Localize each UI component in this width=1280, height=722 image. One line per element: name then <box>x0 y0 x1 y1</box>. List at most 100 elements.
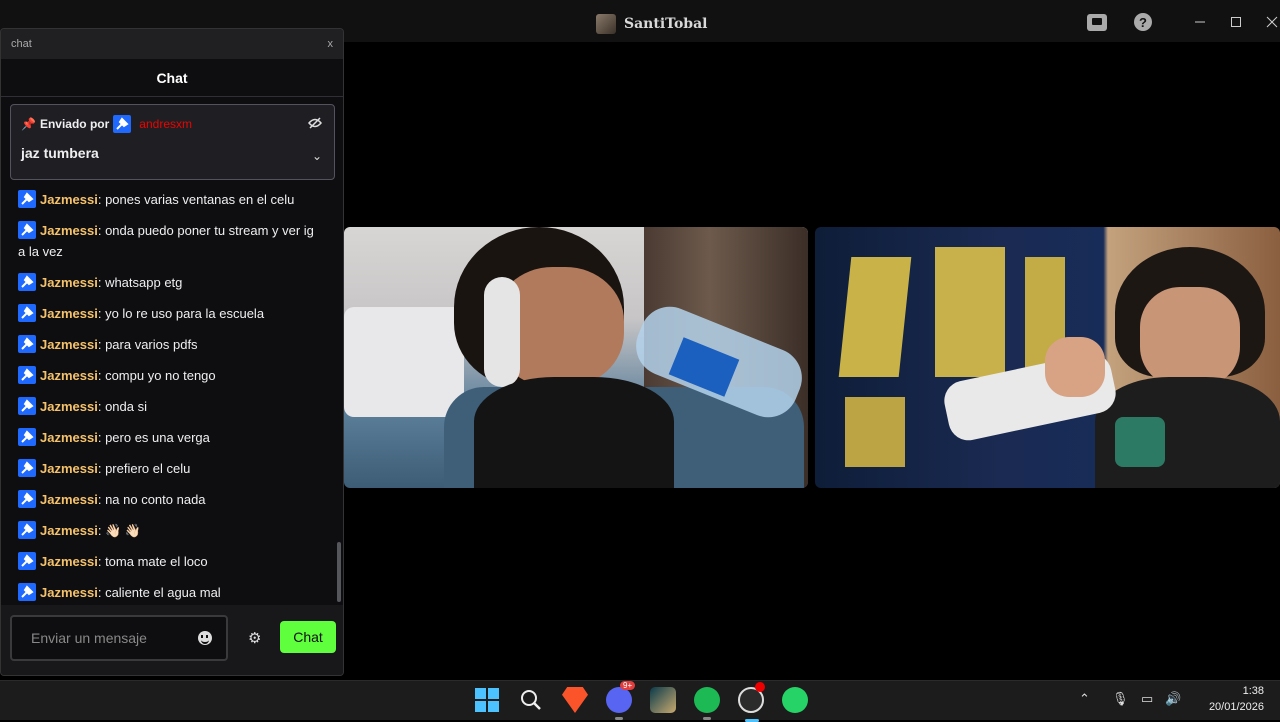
chevron-up-icon[interactable]: ⌃ <box>1079 691 1090 707</box>
hide-eye-icon[interactable] <box>308 117 322 129</box>
league-of-legends-icon[interactable] <box>650 687 676 713</box>
chat-input-placeholder: Enviar un mensaje <box>31 630 147 646</box>
chat-message: Jazmessi: onda si <box>18 396 321 417</box>
moderator-badge-icon <box>18 335 36 353</box>
cast-icon[interactable] <box>1087 12 1107 32</box>
emoji-icon[interactable] <box>198 631 212 645</box>
network-icon[interactable]: ▭ <box>1141 691 1153 707</box>
chat-username[interactable]: Jazmessi <box>40 306 98 321</box>
chat-username[interactable]: Jazmessi <box>40 492 98 507</box>
pinned-prefix: Enviado por <box>39 117 110 131</box>
chat-username[interactable]: Jazmessi <box>40 523 98 538</box>
chat-username[interactable]: Jazmessi <box>40 585 98 600</box>
chat-colon: : <box>97 368 106 383</box>
chevron-down-icon[interactable]: ⌄ <box>312 149 322 163</box>
video-panel-left <box>344 227 808 488</box>
chat-colon: : <box>97 223 106 238</box>
chat-message: Jazmessi: compu yo no tengo <box>18 365 321 386</box>
chat-text: para varios pdfs <box>105 337 198 352</box>
moderator-badge-icon <box>113 115 132 133</box>
chat-colon: : <box>97 461 106 476</box>
discord-icon[interactable]: 9+ <box>606 681 636 720</box>
chat-text: prefiero el celu <box>105 461 191 476</box>
help-icon[interactable]: ? <box>1133 12 1153 32</box>
brave-browser-icon[interactable] <box>562 687 588 713</box>
chat-message: Jazmessi: toma mate el loco <box>18 551 321 572</box>
taskbar: 9+ ⌃ 🎙 ▭ 🔊 1:38 20/01/2026 <box>0 680 1280 722</box>
chat-colon: : <box>97 192 106 207</box>
chat-body[interactable]: 📌 Enviado por andresxm jaz tumbera ⌄ Jaz… <box>1 97 343 605</box>
chat-scrollbar[interactable] <box>337 542 341 602</box>
chat-username[interactable]: Jazmessi <box>40 192 98 207</box>
chat-colon: : <box>97 492 106 507</box>
chat-message: Jazmessi: para varios pdfs <box>18 334 321 355</box>
chat-message: Jazmessi: pero es una verga <box>18 427 321 448</box>
moderator-badge-icon <box>18 552 36 570</box>
moderator-badge-icon <box>18 273 36 291</box>
chat-window-title: chat <box>11 38 32 50</box>
chat-text: onda si <box>105 399 147 414</box>
chat-username[interactable]: Jazmessi <box>40 275 98 290</box>
video-panel-right <box>815 227 1280 488</box>
channel-avatar <box>596 14 616 34</box>
chat-header: Chat <box>1 59 343 97</box>
gear-icon[interactable]: ⚙ <box>248 629 261 647</box>
chat-colon: : <box>97 554 106 569</box>
chat-text: whatsapp etg <box>105 275 183 290</box>
chat-colon: : <box>97 306 106 321</box>
chat-colon: : <box>97 275 106 290</box>
chat-message: Jazmessi: whatsapp etg <box>18 272 321 293</box>
chat-username[interactable]: Jazmessi <box>40 430 98 445</box>
chat-input-bar: Enviar un mensaje ⚙ Chat <box>1 605 343 675</box>
minimize-button[interactable] <box>1190 12 1210 32</box>
moderator-badge-icon <box>18 190 36 208</box>
chat-message: Jazmessi: prefiero el celu <box>18 458 321 479</box>
system-clock[interactable]: 1:38 20/01/2026 <box>1196 683 1264 715</box>
moderator-badge-icon <box>18 428 36 446</box>
moderator-badge-icon <box>18 521 36 539</box>
obs-icon[interactable] <box>738 682 765 722</box>
moderator-badge-icon <box>18 459 36 477</box>
close-button[interactable] <box>1262 12 1280 32</box>
chat-text: toma mate el loco <box>105 554 208 569</box>
pinned-message[interactable]: 📌 Enviado por andresxm jaz tumbera ⌄ <box>10 104 335 180</box>
chat-colon: : <box>97 523 106 538</box>
chat-username[interactable]: Jazmessi <box>40 337 98 352</box>
chat-username[interactable]: Jazmessi <box>40 368 98 383</box>
chat-window-titlebar: chat x <box>1 29 343 59</box>
chat-text: compu yo no tengo <box>105 368 216 383</box>
windows-start-icon[interactable] <box>474 687 500 713</box>
chat-username[interactable]: Jazmessi <box>40 223 98 238</box>
chat-username[interactable]: Jazmessi <box>40 461 98 476</box>
window-title: SantiTobal <box>624 16 708 32</box>
message-list: Jazmessi: pones varias ventanas en el ce… <box>18 189 321 605</box>
volume-icon[interactable]: 🔊 <box>1165 691 1181 707</box>
chat-message: Jazmessi: na no conto nada <box>18 489 321 510</box>
chat-colon: : <box>97 399 106 414</box>
clock-date: 20/01/2026 <box>1208 701 1264 713</box>
pinned-sender[interactable]: andresxm <box>139 117 192 131</box>
microphone-icon[interactable]: 🎙 <box>1112 691 1129 707</box>
moderator-badge-icon <box>18 304 36 322</box>
chat-text: na no conto nada <box>105 492 206 507</box>
moderator-badge-icon <box>18 366 36 384</box>
moderator-badge-icon <box>18 490 36 508</box>
chat-window: chat x Chat 📌 Enviado por andresxm jaz t… <box>0 28 344 676</box>
send-chat-button[interactable]: Chat <box>280 621 336 653</box>
maximize-button[interactable] <box>1226 12 1246 32</box>
chat-username[interactable]: Jazmessi <box>40 399 98 414</box>
pinned-text: jaz tumbera <box>21 145 99 161</box>
search-icon[interactable] <box>518 687 544 713</box>
chat-message: Jazmessi: caliente el agua mal <box>18 582 321 603</box>
whatsapp-icon[interactable] <box>782 687 808 713</box>
chat-colon: : <box>97 430 106 445</box>
chat-text: pero es una verga <box>105 430 210 445</box>
chat-input[interactable]: Enviar un mensaje <box>10 615 228 661</box>
chat-message: Jazmessi: onda puedo poner tu stream y v… <box>18 220 321 262</box>
discord-badge: 9+ <box>620 681 636 690</box>
spotify-icon[interactable] <box>694 687 720 720</box>
moderator-badge-icon <box>18 397 36 415</box>
chat-message: Jazmessi: yo lo re uso para la escuela <box>18 303 321 324</box>
chat-window-close-button[interactable]: x <box>328 38 334 50</box>
chat-username[interactable]: Jazmessi <box>40 554 98 569</box>
